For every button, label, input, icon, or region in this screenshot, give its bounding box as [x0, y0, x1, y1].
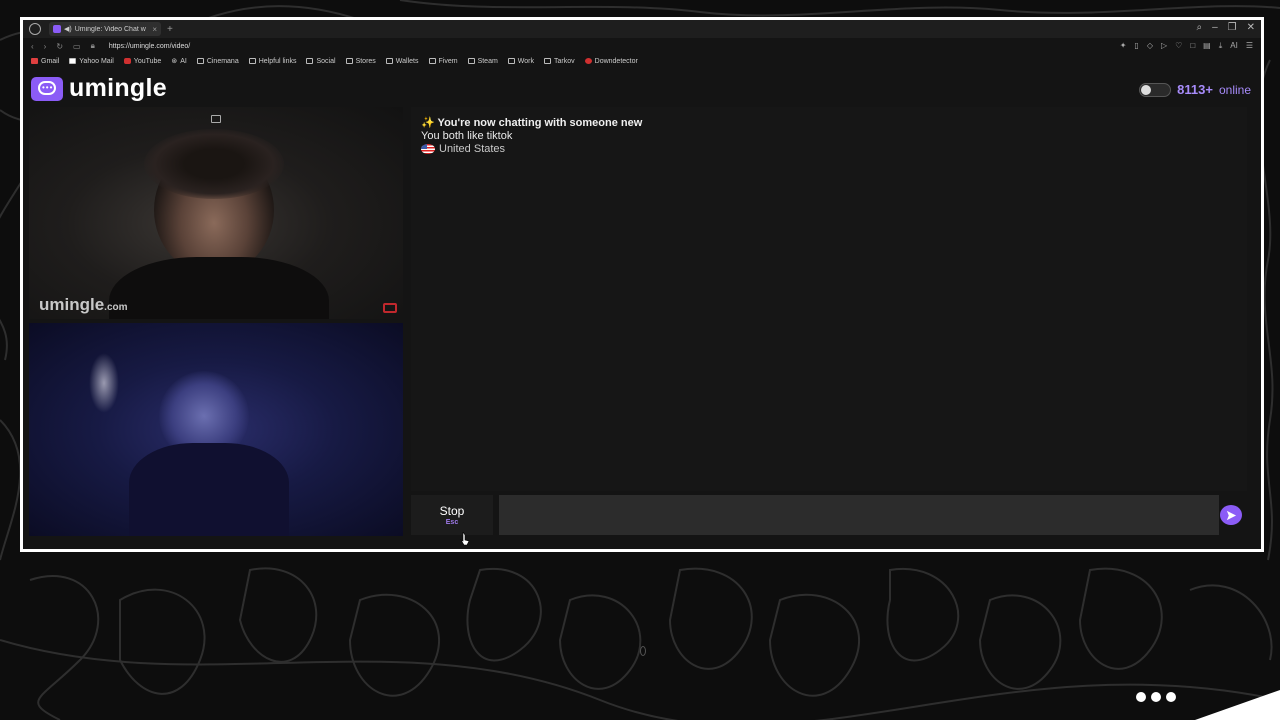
- heart-icon[interactable]: ♡: [1175, 41, 1182, 51]
- corner-decoration: [1195, 690, 1280, 720]
- tab-umingle[interactable]: ◀) Umingle: Video Chat w ×: [49, 22, 161, 36]
- close-tab-icon[interactable]: ×: [152, 25, 157, 34]
- download-icon[interactable]: ⤓: [1219, 41, 1223, 51]
- screen-frame: ◀) Umingle: Video Chat w × + ⌕ – ❐ ✕ ‹ ›…: [20, 17, 1264, 552]
- self-video: [29, 323, 403, 536]
- forward-icon[interactable]: ›: [44, 42, 47, 51]
- online-indicator: 8113+ online: [1139, 82, 1251, 97]
- tab-title: Umingle: Video Chat w: [74, 25, 146, 33]
- folder-icon: [196, 58, 204, 64]
- bookmark-social[interactable]: Social: [306, 58, 336, 65]
- menu-icon[interactable]: ☰: [1246, 41, 1253, 51]
- minimize-icon[interactable]: –: [1212, 22, 1218, 33]
- gmail-icon: [31, 58, 38, 64]
- bookmark-steam[interactable]: Steam: [467, 58, 498, 65]
- bookmarks-bar: Gmail Yahoo Mail YouTube ⊛ AI Cinemana He…: [23, 54, 1261, 68]
- browser-menu-icon[interactable]: [29, 23, 41, 35]
- box-icon[interactable]: □: [1190, 41, 1195, 51]
- send-button[interactable]: [1220, 505, 1242, 525]
- close-window-icon[interactable]: ✕: [1247, 22, 1255, 33]
- bookmark-icon[interactable]: ▯: [1134, 41, 1138, 51]
- shared-interest-message: You both like tiktok: [421, 130, 513, 142]
- umingle-logo[interactable]: ••• umingle: [31, 74, 167, 103]
- wallet-icon[interactable]: ▤: [1203, 41, 1211, 51]
- speaker-icon[interactable]: ◀): [64, 25, 72, 33]
- stop-button[interactable]: Stop Esc: [411, 495, 493, 535]
- back-icon[interactable]: ‹: [31, 42, 34, 51]
- shield-icon[interactable]: ◇: [1147, 41, 1153, 51]
- country-label: United States: [439, 143, 506, 155]
- tab-bar: ◀) Umingle: Video Chat w × + ⌕ – ❐ ✕: [23, 20, 1261, 38]
- stop-shortcut: Esc: [445, 519, 459, 526]
- browser-window: ◀) Umingle: Video Chat w × + ⌕ – ❐ ✕ ‹ ›…: [23, 20, 1261, 549]
- url-field[interactable]: https://umingle.com/video/: [109, 43, 190, 50]
- ai-icon[interactable]: AI: [1230, 41, 1238, 51]
- chat-bubble-icon: •••: [31, 76, 63, 101]
- folder-icon: [385, 58, 393, 64]
- mouse-cursor-icon: [460, 532, 470, 546]
- bookmark-work[interactable]: Work: [507, 58, 534, 65]
- umingle-app: ••• umingle 8113+ online umingle.com ✨ Y…: [23, 68, 1261, 549]
- camera-icon[interactable]: ▭: [73, 42, 81, 51]
- message-input[interactable]: [499, 495, 1219, 535]
- stranger-video: umingle.com: [29, 107, 403, 319]
- bookmark-downdetector[interactable]: Downdetector: [584, 58, 638, 65]
- play-icon[interactable]: ▷: [1161, 41, 1167, 51]
- folder-icon: [467, 58, 475, 64]
- pin-icon[interactable]: ✦: [1120, 41, 1127, 51]
- folder-icon: [306, 58, 314, 64]
- bookmark-cinemana[interactable]: Cinemana: [196, 58, 239, 65]
- folder-icon: [248, 58, 256, 64]
- extension-icons: ✦ ▯ ◇ ▷ ♡ □ ▤ ⤓ AI ☰: [1120, 41, 1253, 51]
- youtube-icon: [123, 58, 131, 64]
- umingle-watermark: umingle.com: [39, 295, 128, 314]
- logo-text: umingle: [69, 74, 167, 102]
- theme-toggle[interactable]: [1139, 82, 1172, 97]
- picture-in-picture-icon[interactable]: [211, 115, 221, 123]
- bookmark-helpful-links[interactable]: Helpful links: [248, 58, 296, 65]
- bookmark-yahoo-mail[interactable]: Yahoo Mail: [69, 58, 114, 65]
- folder-icon: [544, 58, 552, 64]
- ai-logo-icon: ⊛: [171, 58, 178, 65]
- bookmark-ai[interactable]: ⊛ AI: [171, 57, 187, 66]
- background-mark: [640, 646, 646, 656]
- corner-dots-decoration: [1136, 692, 1176, 702]
- folder-icon: [507, 58, 515, 64]
- restore-icon[interactable]: ❐: [1228, 22, 1237, 33]
- search-tabs-icon[interactable]: ⌕: [1196, 22, 1202, 33]
- bookmark-fivem[interactable]: Fivem: [428, 58, 458, 65]
- reload-icon[interactable]: ↻: [56, 42, 63, 51]
- bookmark-stores[interactable]: Stores: [345, 58, 376, 65]
- address-bar: ‹ › ↻ ▭ 🔒︎ https://umingle.com/video/ ✦ …: [23, 38, 1261, 54]
- folder-icon: [345, 58, 353, 64]
- online-count: 8113+: [1177, 82, 1213, 97]
- lock-icon: 🔒︎: [90, 41, 95, 50]
- downdetector-icon: [584, 58, 592, 64]
- bookmark-youtube[interactable]: YouTube: [123, 58, 161, 65]
- umingle-favicon-icon: [53, 25, 61, 33]
- yahoo-icon: [69, 58, 77, 64]
- online-label: online: [1218, 82, 1251, 97]
- send-icon: [1226, 510, 1236, 520]
- report-flag-icon[interactable]: [383, 303, 397, 313]
- chat-status-message: ✨ You're now chatting with someone new: [421, 117, 643, 129]
- bookmark-tarkov[interactable]: Tarkov: [544, 58, 575, 65]
- folder-icon: [428, 58, 436, 64]
- new-tab-icon[interactable]: +: [167, 24, 173, 35]
- bookmark-wallets[interactable]: Wallets: [385, 58, 419, 65]
- stop-label: Stop: [439, 504, 465, 518]
- country-line: United States: [421, 143, 505, 155]
- us-flag-icon: [421, 144, 435, 154]
- chat-panel: ✨ You're now chatting with someone new Y…: [411, 107, 1247, 491]
- window-controls: ⌕ – ❐ ✕: [1196, 22, 1255, 33]
- bookmark-gmail[interactable]: Gmail: [31, 58, 59, 65]
